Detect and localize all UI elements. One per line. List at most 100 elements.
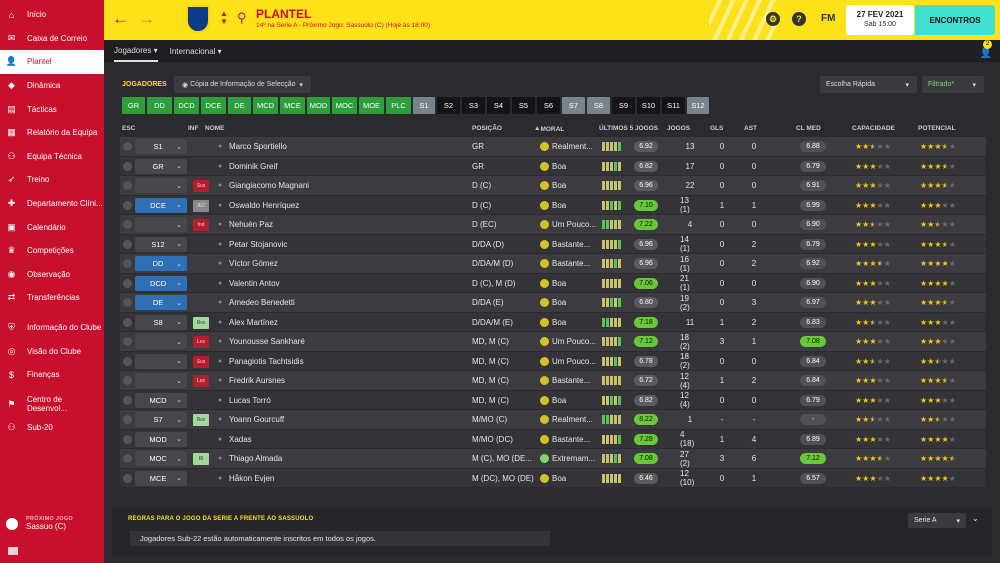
position-button-gr[interactable]: GR <box>122 97 145 114</box>
sidebar-item-chart[interactable]: ◆ Dinâmica <box>0 74 104 98</box>
position-button-s9[interactable]: S9 <box>612 97 635 114</box>
select-checkbox[interactable] <box>123 215 132 234</box>
select-checkbox[interactable] <box>123 313 132 332</box>
sidebar-item-development[interactable]: ⚑ Centro de Desenvol... <box>0 393 104 417</box>
selection-dropdown[interactable]: DE ⌄ <box>135 295 187 310</box>
tab-internacional[interactable]: Internacional ▾ <box>170 40 222 62</box>
select-checkbox[interactable] <box>123 352 132 371</box>
sidebar-item-envelope[interactable]: ✉ Caixa de Correio <box>0 27 104 51</box>
selection-dropdown[interactable]: MCE ⌄ <box>135 470 187 486</box>
status-badge[interactable]: Rl <box>193 453 209 465</box>
sidebar-item-clipboard[interactable]: ▤ Tácticas <box>0 97 104 121</box>
table-row[interactable]: ⌄ Les ● Younousse Sankharé MD, M (C) Um Pouco… <box>120 332 986 352</box>
selection-dropdown[interactable]: MOC ⌄ <box>135 451 187 466</box>
selection-dropdown[interactable]: ⌄ <box>135 178 187 193</box>
selection-dropdown[interactable]: ⌄ <box>135 373 187 388</box>
table-row[interactable]: S8 ⌄ Rsv ● Alex Martínez D/DA/M (E) Boa 7.18 11 1… <box>120 312 986 332</box>
club-crest[interactable] <box>186 5 210 33</box>
player-name[interactable]: Amedeo Benedetti <box>229 293 295 312</box>
table-row[interactable]: DCD ⌄ ● Valentin Antov D (C), M (D) Boa 7.06 21… <box>120 273 986 293</box>
player-name[interactable]: Dominik Greif <box>229 157 277 176</box>
sidebar-item-money[interactable]: $ Finanças <box>0 363 104 387</box>
fm-menu[interactable]: FM <box>821 13 835 24</box>
table-row[interactable]: DD ⌄ ● Víctor Gómez D/DA/M (D) Bastante... 6.9… <box>120 254 986 274</box>
position-button-mce[interactable]: MCE <box>280 97 305 114</box>
continue-button[interactable]: ENCONTROS <box>915 5 995 35</box>
table-row[interactable]: MCD ⌄ ● Lucas Torró MD, M (C) Boa 6.82 12 (4) 0 0… <box>120 390 986 410</box>
screen-icon[interactable] <box>8 547 18 555</box>
player-name[interactable]: Víctor Gómez <box>229 254 278 273</box>
position-button-de[interactable]: DE <box>228 97 251 114</box>
selection-dropdown[interactable]: DD ⌄ <box>135 256 187 271</box>
selection-dropdown[interactable]: GR ⌄ <box>135 158 187 174</box>
sidebar-item-youth[interactable]: ⚇ Sub-20 <box>0 416 104 440</box>
copy-selection-button[interactable]: ◉ Cópia de Informação de Selecção ▾ <box>174 76 311 93</box>
club-switch-icon[interactable]: ▲ ▼ <box>220 10 228 26</box>
status-badge[interactable]: Rsv <box>193 316 209 329</box>
position-button-s1[interactable]: S1 <box>413 97 435 114</box>
status-badge[interactable]: JEC <box>193 199 209 212</box>
position-button-dcd[interactable]: DCD <box>174 97 199 114</box>
select-checkbox[interactable] <box>123 254 132 273</box>
sidebar-item-runner[interactable]: ➶ Treino <box>0 168 104 192</box>
tab-jogadores[interactable]: Jogadores ▾ <box>114 40 158 62</box>
select-checkbox[interactable] <box>123 137 132 156</box>
next-game[interactable]: PRÓXIMO JOGO Sassuo (C) <box>6 516 73 531</box>
status-badge[interactable]: Sus <box>193 180 209 192</box>
table-row[interactable]: DE ⌄ ● Amedeo Benedetti D/DA (E) Boa 6.80 19 (2… <box>120 293 986 313</box>
status-badge[interactable]: Rsv <box>193 414 209 426</box>
help-icon[interactable]: ? <box>792 12 806 26</box>
sidebar-item-trophy[interactable]: ♛ Competições <box>0 239 104 263</box>
sidebar-item-person[interactable]: 👤 Plantel <box>0 50 104 74</box>
position-button-s6[interactable]: S6 <box>537 97 560 114</box>
select-checkbox[interactable] <box>123 410 132 429</box>
selection-dropdown[interactable]: DCD ⌄ <box>135 275 187 291</box>
position-button-dce[interactable]: DCE <box>201 97 226 114</box>
player-name[interactable]: Marco Sportiello <box>229 137 287 156</box>
sidebar-item-calendar[interactable]: ▣ Calendário <box>0 215 104 239</box>
position-button-s4[interactable]: S4 <box>487 97 510 114</box>
table-row[interactable]: S12 ⌄ ● Petar Stojanovic D/DA (D) Bastante...… <box>120 234 986 254</box>
position-button-s11[interactable]: S11 <box>662 97 685 114</box>
position-button-s2[interactable]: S2 <box>437 97 460 114</box>
table-row[interactable]: MCE ⌄ ● Håkon Evjen M (DC), MO (DE) Boa 6.46 12… <box>120 468 986 488</box>
position-button-mod[interactable]: MOD <box>307 97 330 114</box>
col-jogos[interactable]: JOGOS <box>667 125 690 132</box>
player-name[interactable]: Nehuén Paz <box>229 215 273 234</box>
player-name[interactable]: Panagiotis Tachtsidis <box>229 352 304 371</box>
sidebar-item-group[interactable]: ⚇ Equipa Técnica <box>0 145 104 169</box>
status-badge[interactable]: Sus <box>193 355 209 368</box>
sidebar-item-report[interactable]: ▦ Relatório da Equipa <box>0 121 104 145</box>
table-row[interactable]: GR ⌄ ● Dominik Greif GR Boa 6.82 17 0 0 6.79 ★ ★ ★ ★ ★ ★… <box>120 156 986 176</box>
select-checkbox[interactable] <box>123 449 132 468</box>
table-row[interactable]: S1 ⌄ ● Marco Sportiello GR Realment... 6.92 13 0… <box>120 137 986 157</box>
player-name[interactable]: Lucas Torró <box>229 391 271 410</box>
select-checkbox[interactable] <box>123 176 132 195</box>
select-checkbox[interactable] <box>123 157 132 176</box>
table-row[interactable]: DCE ⌄ JEC ● Oswaldo Henríquez D (C) Boa 7.10 13 … <box>120 195 986 215</box>
player-name[interactable]: Younousse Sankharé <box>229 332 305 351</box>
position-button-s7[interactable]: S7 <box>562 97 585 114</box>
sidebar-item-house[interactable]: ⌂ Início <box>0 3 104 27</box>
position-button-moc[interactable]: MOC <box>332 97 357 114</box>
col-esc[interactable]: ESC <box>122 125 135 132</box>
player-name[interactable]: Oswaldo Henríquez <box>229 196 299 215</box>
position-button-s10[interactable]: S10 <box>637 97 660 114</box>
back-arrow-icon[interactable]: ← <box>112 9 129 29</box>
col-moral[interactable]: ▲ MORAL <box>534 125 564 133</box>
player-name[interactable]: Giangiacomo Magnani <box>229 176 309 195</box>
forward-arrow-icon[interactable]: → <box>138 9 155 29</box>
select-checkbox[interactable] <box>123 235 132 254</box>
competition-dropdown[interactable]: Serie A ▾ <box>908 513 966 528</box>
status-badge[interactable]: Les <box>193 336 209 348</box>
selection-dropdown[interactable]: MOD ⌄ <box>135 431 187 447</box>
position-button-moe[interactable]: MOE <box>359 97 384 114</box>
select-checkbox[interactable] <box>123 293 132 312</box>
position-button-mcd[interactable]: MCD <box>253 97 278 114</box>
player-name[interactable]: Alex Martínez <box>229 313 278 332</box>
table-row[interactable]: MOD ⌄ ● Xadas M/MO (DC) Bastante... 7.28 4 (18)… <box>120 429 986 449</box>
col-inf[interactable]: INF <box>188 125 198 132</box>
position-button-s3[interactable]: S3 <box>462 97 485 114</box>
col-clmed[interactable]: CL MED <box>796 125 821 132</box>
player-name[interactable]: Petar Stojanovic <box>229 235 287 254</box>
